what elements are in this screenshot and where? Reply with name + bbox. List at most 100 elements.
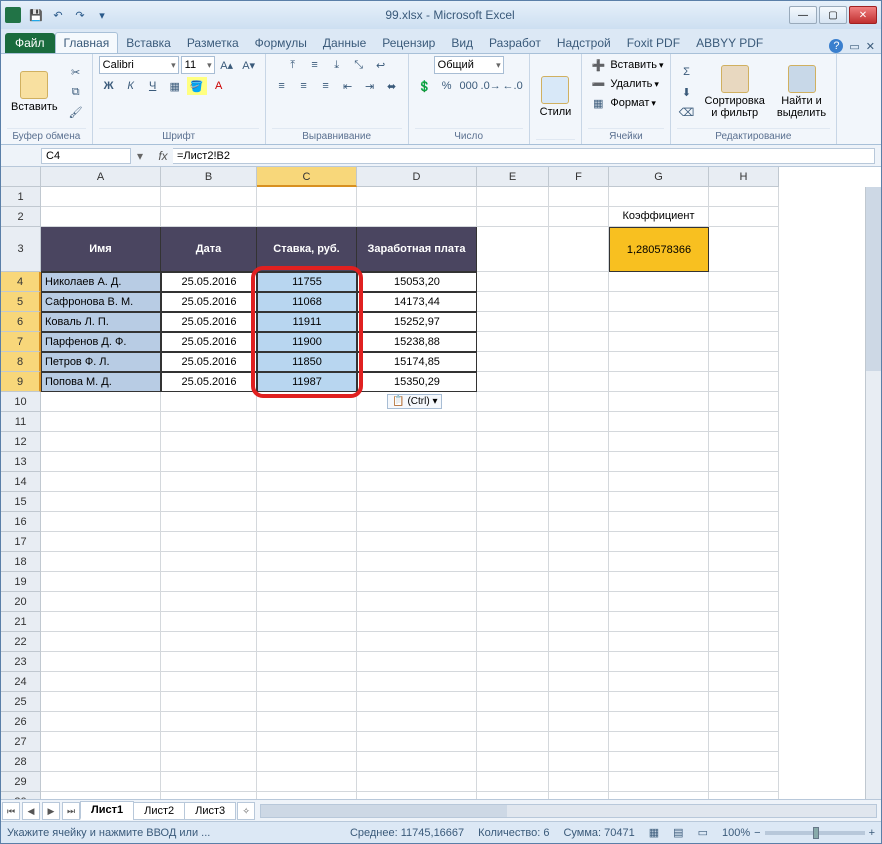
cell-D14[interactable]: [357, 472, 477, 492]
tab-file[interactable]: Файл: [5, 33, 55, 53]
dec-inc-icon[interactable]: .0→: [481, 77, 501, 95]
cell-A7[interactable]: Парфенов Д. Ф.: [41, 332, 161, 352]
row-header-5[interactable]: 5: [1, 292, 41, 312]
cell-A30[interactable]: [41, 792, 161, 799]
cell-B1[interactable]: [161, 187, 257, 207]
cell-D19[interactable]: [357, 572, 477, 592]
cell-A3[interactable]: Имя: [41, 227, 161, 272]
row-header-25[interactable]: 25: [1, 692, 41, 712]
cell-C30[interactable]: [257, 792, 357, 799]
cell-G3[interactable]: 1,280578366: [609, 227, 709, 272]
cell-H11[interactable]: [709, 412, 779, 432]
cell-B9[interactable]: 25.05.2016: [161, 372, 257, 392]
cell-H30[interactable]: [709, 792, 779, 799]
cell-A12[interactable]: [41, 432, 161, 452]
cell-G2[interactable]: Коэффициент: [609, 207, 709, 227]
cell-C18[interactable]: [257, 552, 357, 572]
row-header-20[interactable]: 20: [1, 592, 41, 612]
cell-A29[interactable]: [41, 772, 161, 792]
clear-icon[interactable]: ⌫: [677, 103, 697, 121]
comma-icon[interactable]: 000: [459, 77, 479, 95]
cell-H4[interactable]: [709, 272, 779, 292]
cell-E6[interactable]: [477, 312, 549, 332]
bold-button[interactable]: Ж: [99, 77, 119, 95]
cell-D18[interactable]: [357, 552, 477, 572]
cell-A26[interactable]: [41, 712, 161, 732]
cell-A5[interactable]: Сафронова В. М.: [41, 292, 161, 312]
row-header-15[interactable]: 15: [1, 492, 41, 512]
cell-C13[interactable]: [257, 452, 357, 472]
cell-G21[interactable]: [609, 612, 709, 632]
zoom-in-button[interactable]: +: [869, 827, 875, 839]
cell-D3[interactable]: Заработная плата: [357, 227, 477, 272]
cell-A6[interactable]: Коваль Л. П.: [41, 312, 161, 332]
cell-H7[interactable]: [709, 332, 779, 352]
cell-C12[interactable]: [257, 432, 357, 452]
close-button[interactable]: ✕: [849, 6, 877, 24]
styles-button[interactable]: Стили: [536, 74, 576, 120]
cell-A10[interactable]: [41, 392, 161, 412]
cell-F3[interactable]: [549, 227, 609, 272]
cell-A21[interactable]: [41, 612, 161, 632]
cell-G17[interactable]: [609, 532, 709, 552]
cell-B2[interactable]: [161, 207, 257, 227]
cell-C28[interactable]: [257, 752, 357, 772]
tab-developer[interactable]: Разработ: [481, 33, 549, 53]
cell-F11[interactable]: [549, 412, 609, 432]
cell-E4[interactable]: [477, 272, 549, 292]
row-header-17[interactable]: 17: [1, 532, 41, 552]
align-right-icon[interactable]: ≡: [316, 77, 336, 95]
cell-C15[interactable]: [257, 492, 357, 512]
cell-B25[interactable]: [161, 692, 257, 712]
cell-H27[interactable]: [709, 732, 779, 752]
select-all-corner[interactable]: [1, 167, 41, 187]
cell-A17[interactable]: [41, 532, 161, 552]
cell-E13[interactable]: [477, 452, 549, 472]
cell-F28[interactable]: [549, 752, 609, 772]
cell-F15[interactable]: [549, 492, 609, 512]
view-normal-icon[interactable]: ▦: [649, 826, 659, 839]
cell-B3[interactable]: Дата: [161, 227, 257, 272]
cell-B10[interactable]: [161, 392, 257, 412]
column-header-G[interactable]: G: [609, 167, 709, 187]
cell-D30[interactable]: [357, 792, 477, 799]
cell-F7[interactable]: [549, 332, 609, 352]
cell-G16[interactable]: [609, 512, 709, 532]
cell-C22[interactable]: [257, 632, 357, 652]
cell-F4[interactable]: [549, 272, 609, 292]
cell-H28[interactable]: [709, 752, 779, 772]
cell-H23[interactable]: [709, 652, 779, 672]
cell-D11[interactable]: [357, 412, 477, 432]
cell-G1[interactable]: [609, 187, 709, 207]
tab-view[interactable]: Вид: [443, 33, 481, 53]
minimize-button[interactable]: —: [789, 6, 817, 24]
cell-C2[interactable]: [257, 207, 357, 227]
tab-formulas[interactable]: Формулы: [247, 33, 315, 53]
cell-C6[interactable]: 11911: [257, 312, 357, 332]
help-icon[interactable]: ?: [829, 39, 843, 53]
cell-D27[interactable]: [357, 732, 477, 752]
row-header-19[interactable]: 19: [1, 572, 41, 592]
row-header-21[interactable]: 21: [1, 612, 41, 632]
cell-C17[interactable]: [257, 532, 357, 552]
insert-cells-button[interactable]: Вставить: [610, 59, 657, 71]
cell-D9[interactable]: 15350,29: [357, 372, 477, 392]
cell-B27[interactable]: [161, 732, 257, 752]
font-size-combo[interactable]: 11: [181, 56, 215, 74]
cell-C14[interactable]: [257, 472, 357, 492]
cell-D6[interactable]: 15252,97: [357, 312, 477, 332]
cell-B14[interactable]: [161, 472, 257, 492]
cell-B15[interactable]: [161, 492, 257, 512]
cell-C8[interactable]: 11850: [257, 352, 357, 372]
cell-E29[interactable]: [477, 772, 549, 792]
cell-E24[interactable]: [477, 672, 549, 692]
cell-G24[interactable]: [609, 672, 709, 692]
sheet-nav-first[interactable]: ⏮: [2, 802, 20, 820]
row-header-29[interactable]: 29: [1, 772, 41, 792]
row-header-2[interactable]: 2: [1, 207, 41, 227]
cell-G13[interactable]: [609, 452, 709, 472]
format-cells-icon[interactable]: ▦: [588, 94, 608, 112]
cell-E16[interactable]: [477, 512, 549, 532]
cell-H13[interactable]: [709, 452, 779, 472]
cell-G5[interactable]: [609, 292, 709, 312]
